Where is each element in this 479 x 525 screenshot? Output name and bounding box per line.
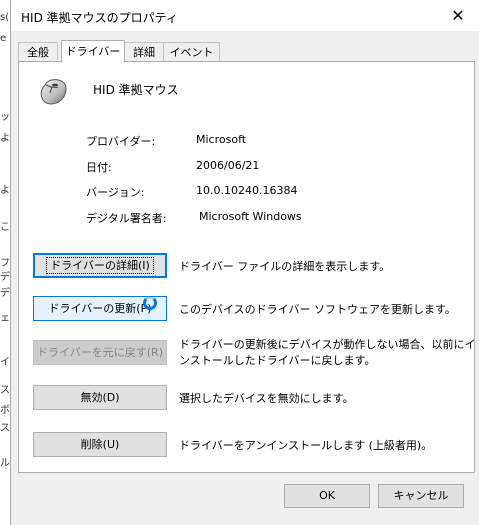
disable-device-button-label: 無効(D)	[80, 391, 120, 404]
cancel-button[interactable]: キャンセル	[378, 484, 464, 508]
background-text: フ	[0, 258, 10, 269]
update-driver-button-label: ドライバーの更新(P)	[48, 302, 152, 315]
uninstall-button[interactable]: 削除(U)	[33, 432, 167, 457]
background-text: デ	[0, 272, 10, 283]
background-text: ス	[0, 385, 10, 396]
close-icon: ✕	[451, 6, 465, 25]
update-driver-description: このデバイスのドライバー ソフトウェアを更新します。	[179, 303, 456, 316]
background-text: イ	[0, 357, 10, 368]
tab-events[interactable]: イベント	[163, 42, 220, 62]
rollback-driver-description-line1: ドライバーの更新後にデバイスが動作しない場合、以前にイ	[179, 338, 476, 351]
background-text: e	[0, 33, 7, 44]
mouse-icon	[40, 79, 67, 105]
disable-device-button[interactable]: 無効(D)	[33, 385, 167, 410]
properties-dialog: HID 準拠マウスのプロパティ ✕ 全般 ドライバー 詳細 イベント HID 準…	[10, 0, 479, 525]
background-text: よ	[0, 133, 10, 144]
background-text: ボ	[0, 405, 10, 416]
date-label: 日付:	[86, 161, 112, 174]
loading-spinner-icon	[143, 296, 157, 310]
version-value: 10.0.10240.16384	[196, 184, 298, 197]
tab-driver[interactable]: ドライバー	[61, 40, 125, 63]
background-text: s(	[0, 12, 10, 23]
disable-device-description: 選択したデバイスを無効にします。	[179, 392, 354, 405]
background-text: ス	[0, 423, 10, 434]
provider-value: Microsoft	[196, 133, 247, 146]
rollback-driver-button-label: ドライバーを元に戻す(R)	[36, 346, 163, 359]
background-text: ェ	[0, 313, 10, 324]
window-title: HID 準拠マウスのプロパティ	[21, 11, 178, 25]
driver-details-button-label: ドライバーの詳細(I)	[46, 257, 154, 274]
driver-details-button[interactable]: ドライバーの詳細(I)	[33, 253, 167, 278]
tab-details[interactable]: 詳細	[123, 42, 165, 62]
close-button[interactable]: ✕	[436, 0, 479, 31]
uninstall-description: ドライバーをアンインストールします (上級者用)。	[179, 439, 433, 452]
version-label: バージョン:	[86, 186, 145, 199]
uninstall-button-label: 削除(U)	[80, 438, 120, 451]
ok-button[interactable]: OK	[284, 484, 370, 508]
background-text: ッ	[0, 112, 10, 123]
background-text: こ	[0, 222, 10, 233]
signer-label: デジタル署名者:	[86, 212, 167, 225]
title-bar[interactable]: HID 準拠マウスのプロパティ ✕	[11, 0, 479, 31]
provider-label: プロバイダー:	[86, 135, 156, 148]
rollback-driver-button[interactable]: ドライバーを元に戻す(R)	[33, 340, 167, 365]
driver-details-description: ドライバー ファイルの詳細を表示します。	[179, 260, 391, 273]
signer-value: Microsoft Windows	[199, 210, 302, 223]
tab-general[interactable]: 全般	[18, 42, 58, 62]
background-text: ル	[0, 458, 10, 469]
date-value: 2006/06/21	[196, 159, 260, 172]
rollback-driver-description-line2: ンストールしたドライバーに戻します。	[179, 354, 376, 367]
background-text: よ	[0, 185, 10, 196]
background-text: デ	[0, 288, 10, 299]
device-name: HID 準拠マウス	[93, 83, 179, 97]
